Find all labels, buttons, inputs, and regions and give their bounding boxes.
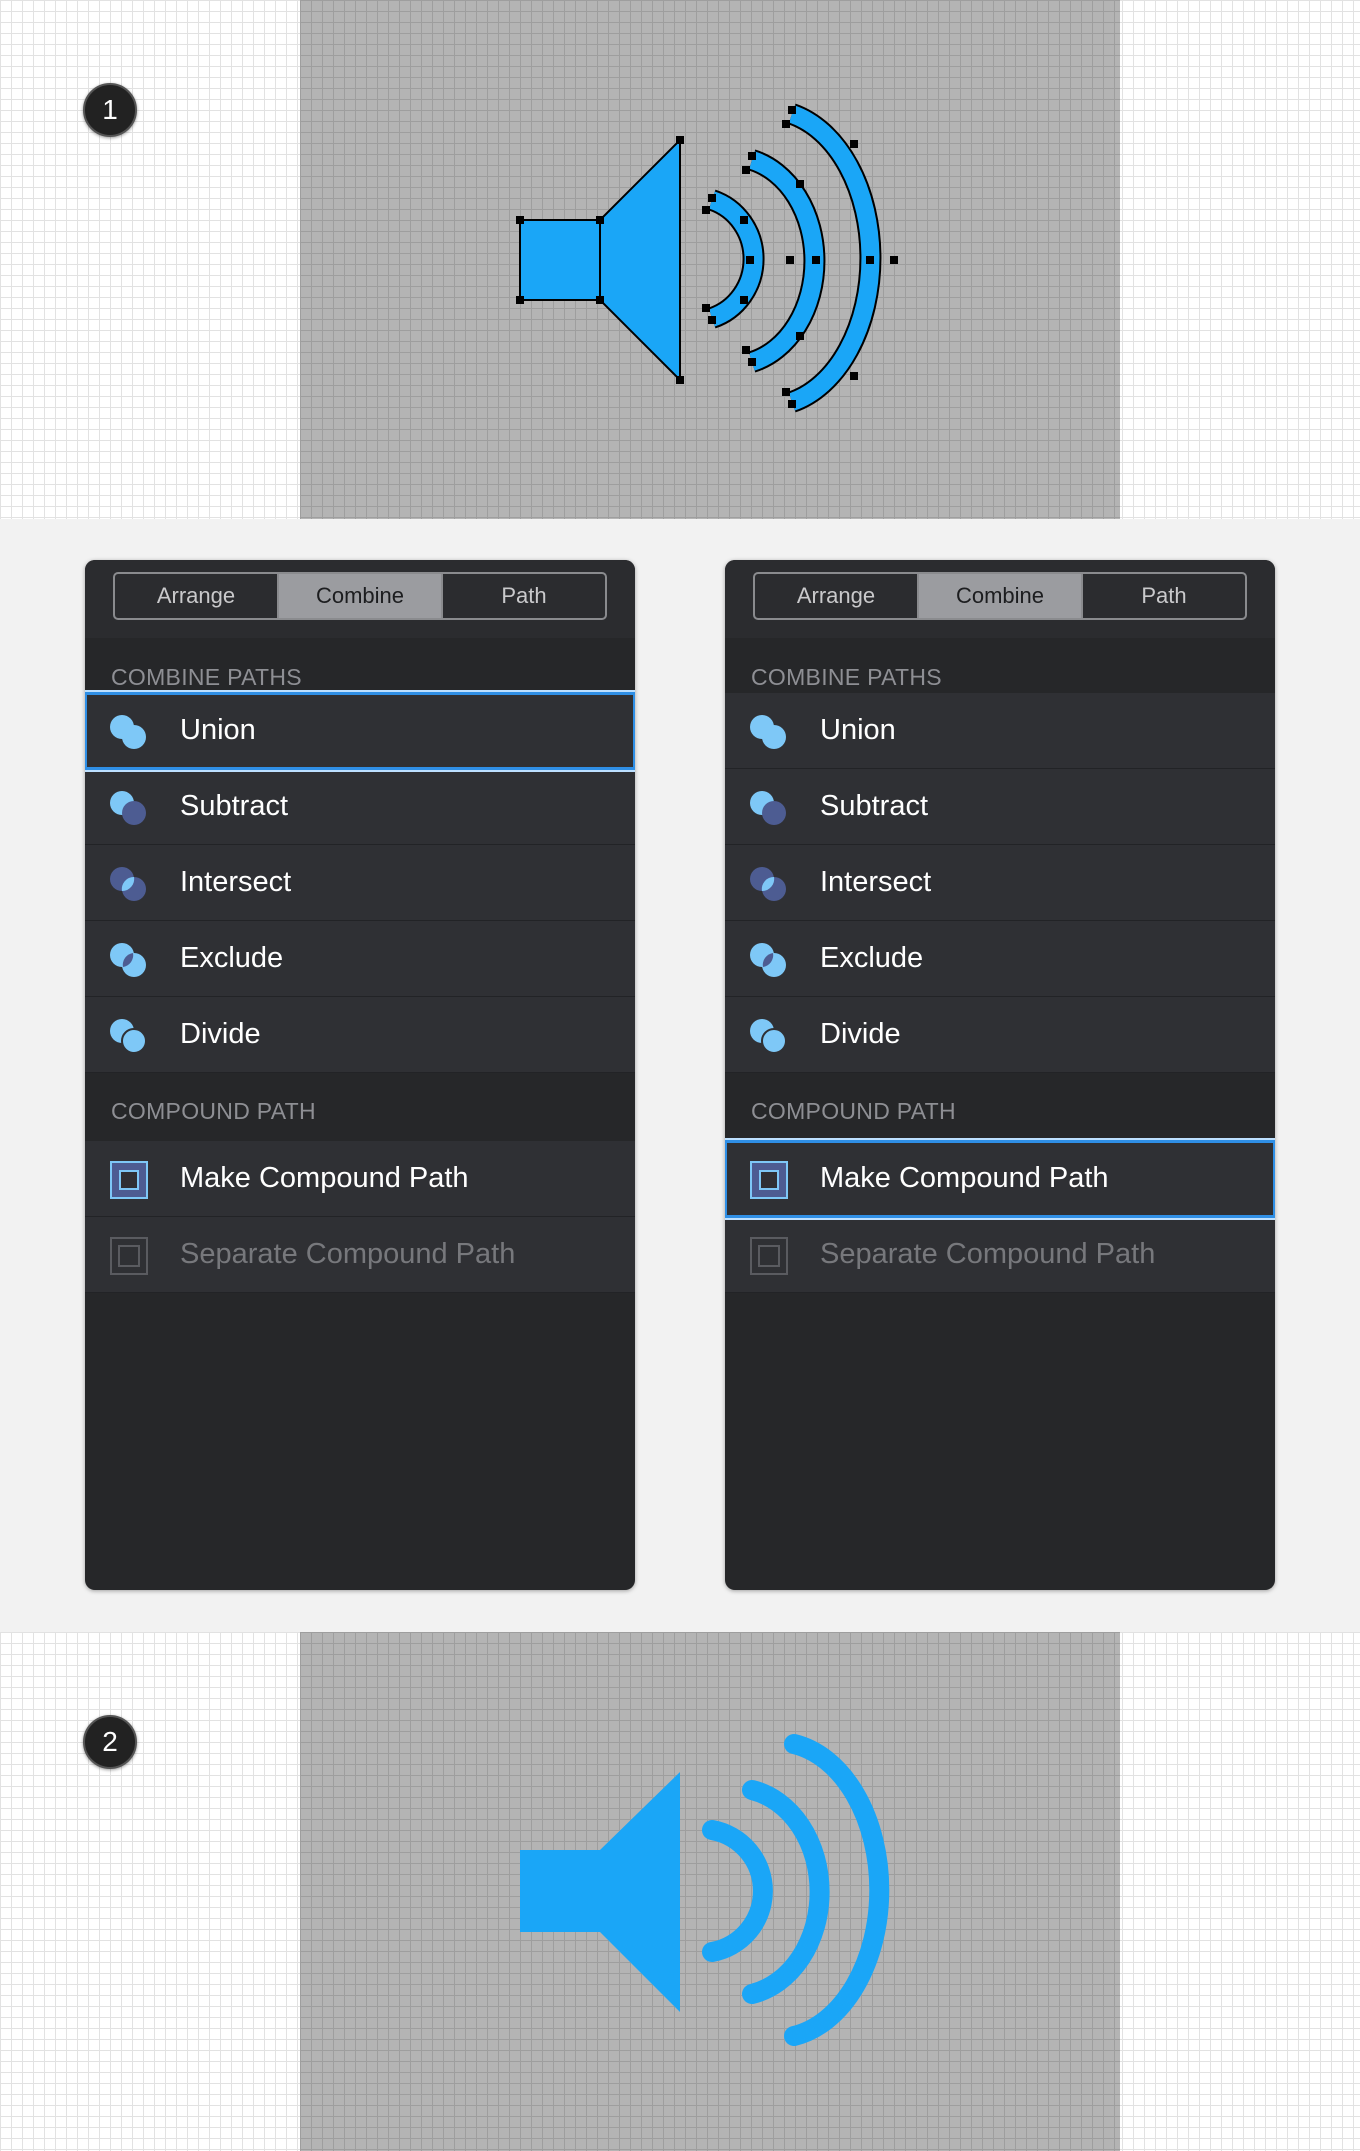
tab-arrange[interactable]: Arrange bbox=[755, 574, 919, 618]
small-wave-shape bbox=[702, 1820, 773, 1962]
intersect-item[interactable]: Intersect bbox=[85, 845, 635, 921]
speaker-compound-shape[interactable] bbox=[300, 1632, 1120, 2151]
tab-path[interactable]: Path bbox=[443, 574, 605, 618]
compound-path-list: Make Compound Path Separate Compound Pat… bbox=[725, 1140, 1275, 1293]
exclude-label: Exclude bbox=[820, 942, 924, 974]
tab-path[interactable]: Path bbox=[1083, 574, 1245, 618]
union-icon bbox=[110, 715, 146, 749]
separate-compound-path-item[interactable]: Separate Compound Path bbox=[725, 1217, 1275, 1293]
separate-compound-icon bbox=[110, 1237, 148, 1275]
compound-path-list: Make Compound Path Separate Compound Pat… bbox=[85, 1141, 635, 1293]
exclude-item[interactable]: Exclude bbox=[85, 921, 635, 997]
union-item[interactable]: Union bbox=[725, 693, 1275, 769]
combine-panel-left: Arrange Combine Path COMBINE PATHS Union… bbox=[85, 560, 635, 1590]
divide-item[interactable]: Divide bbox=[85, 997, 635, 1073]
segmented-control: Arrange Combine Path bbox=[753, 572, 1247, 620]
tab-combine[interactable]: Combine bbox=[279, 574, 443, 618]
step-badge-2: 2 bbox=[83, 1715, 137, 1769]
intersect-label: Intersect bbox=[820, 866, 932, 898]
exclude-icon bbox=[110, 943, 146, 977]
compound-path-header: COMPOUND PATH bbox=[725, 1073, 1275, 1141]
separate-compound-path-label: Separate Compound Path bbox=[820, 1238, 1156, 1270]
separate-compound-icon bbox=[750, 1237, 788, 1275]
combine-paths-header: COMBINE PATHS bbox=[725, 638, 1275, 693]
top-artboard-band: 1 bbox=[0, 0, 1360, 519]
speaker-box-shape bbox=[520, 1850, 602, 1932]
subtract-icon bbox=[110, 791, 146, 825]
compound-path-header: COMPOUND PATH bbox=[85, 1073, 635, 1141]
intersect-label: Intersect bbox=[180, 866, 292, 898]
combine-paths-list: Union Subtract Intersect Exclude Divide bbox=[85, 692, 635, 1073]
bottom-canvas bbox=[300, 1632, 1120, 2151]
make-compound-path-item[interactable]: Make Compound Path bbox=[725, 1140, 1275, 1218]
tab-arrange[interactable]: Arrange bbox=[115, 574, 279, 618]
separate-compound-path-label: Separate Compound Path bbox=[180, 1238, 516, 1270]
intersect-icon bbox=[750, 867, 786, 901]
large-wave-shape bbox=[784, 1734, 890, 2046]
make-compound-icon bbox=[750, 1161, 788, 1199]
union-item[interactable]: Union bbox=[85, 692, 635, 770]
separate-compound-path-item[interactable]: Separate Compound Path bbox=[85, 1217, 635, 1293]
subtract-item[interactable]: Subtract bbox=[85, 769, 635, 845]
top-canvas bbox=[300, 0, 1120, 519]
subtract-label: Subtract bbox=[180, 790, 288, 822]
tab-combine[interactable]: Combine bbox=[919, 574, 1083, 618]
divide-icon bbox=[750, 1019, 787, 1054]
subtract-icon bbox=[750, 791, 786, 825]
union-label: Union bbox=[820, 714, 896, 746]
speaker-cone-shape bbox=[600, 1772, 680, 2012]
segmented-control-bar: Arrange Combine Path bbox=[725, 560, 1275, 638]
intersect-icon bbox=[110, 867, 146, 901]
bottom-artboard-band: 2 bbox=[0, 1632, 1360, 2151]
step-badge-1: 1 bbox=[83, 83, 137, 137]
exclude-label: Exclude bbox=[180, 942, 284, 974]
union-label: Union bbox=[180, 714, 256, 746]
make-compound-path-label: Make Compound Path bbox=[820, 1162, 1109, 1194]
make-compound-icon bbox=[110, 1161, 148, 1199]
subtract-label: Subtract bbox=[820, 790, 928, 822]
make-compound-path-label: Make Compound Path bbox=[180, 1162, 469, 1194]
divide-item[interactable]: Divide bbox=[725, 997, 1275, 1073]
combine-paths-list: Union Subtract Intersect Exclude Divide bbox=[725, 693, 1275, 1073]
exclude-icon bbox=[750, 943, 786, 977]
divide-label: Divide bbox=[180, 1018, 261, 1050]
speaker-cone-shape[interactable] bbox=[599, 137, 681, 383]
speaker-shapes-selected[interactable] bbox=[300, 0, 1120, 519]
combine-paths-header: COMBINE PATHS bbox=[85, 638, 635, 693]
intersect-item[interactable]: Intersect bbox=[725, 845, 1275, 921]
divide-label: Divide bbox=[820, 1018, 901, 1050]
segmented-control-bar: Arrange Combine Path bbox=[85, 560, 635, 638]
exclude-item[interactable]: Exclude bbox=[725, 921, 1275, 997]
combine-panel-right: Arrange Combine Path COMBINE PATHS Union… bbox=[725, 560, 1275, 1590]
segmented-control: Arrange Combine Path bbox=[113, 572, 607, 620]
subtract-item[interactable]: Subtract bbox=[725, 769, 1275, 845]
make-compound-path-item[interactable]: Make Compound Path bbox=[85, 1141, 635, 1217]
union-icon bbox=[750, 715, 786, 749]
divide-icon bbox=[110, 1019, 147, 1054]
speaker-box-shape[interactable] bbox=[519, 219, 601, 301]
